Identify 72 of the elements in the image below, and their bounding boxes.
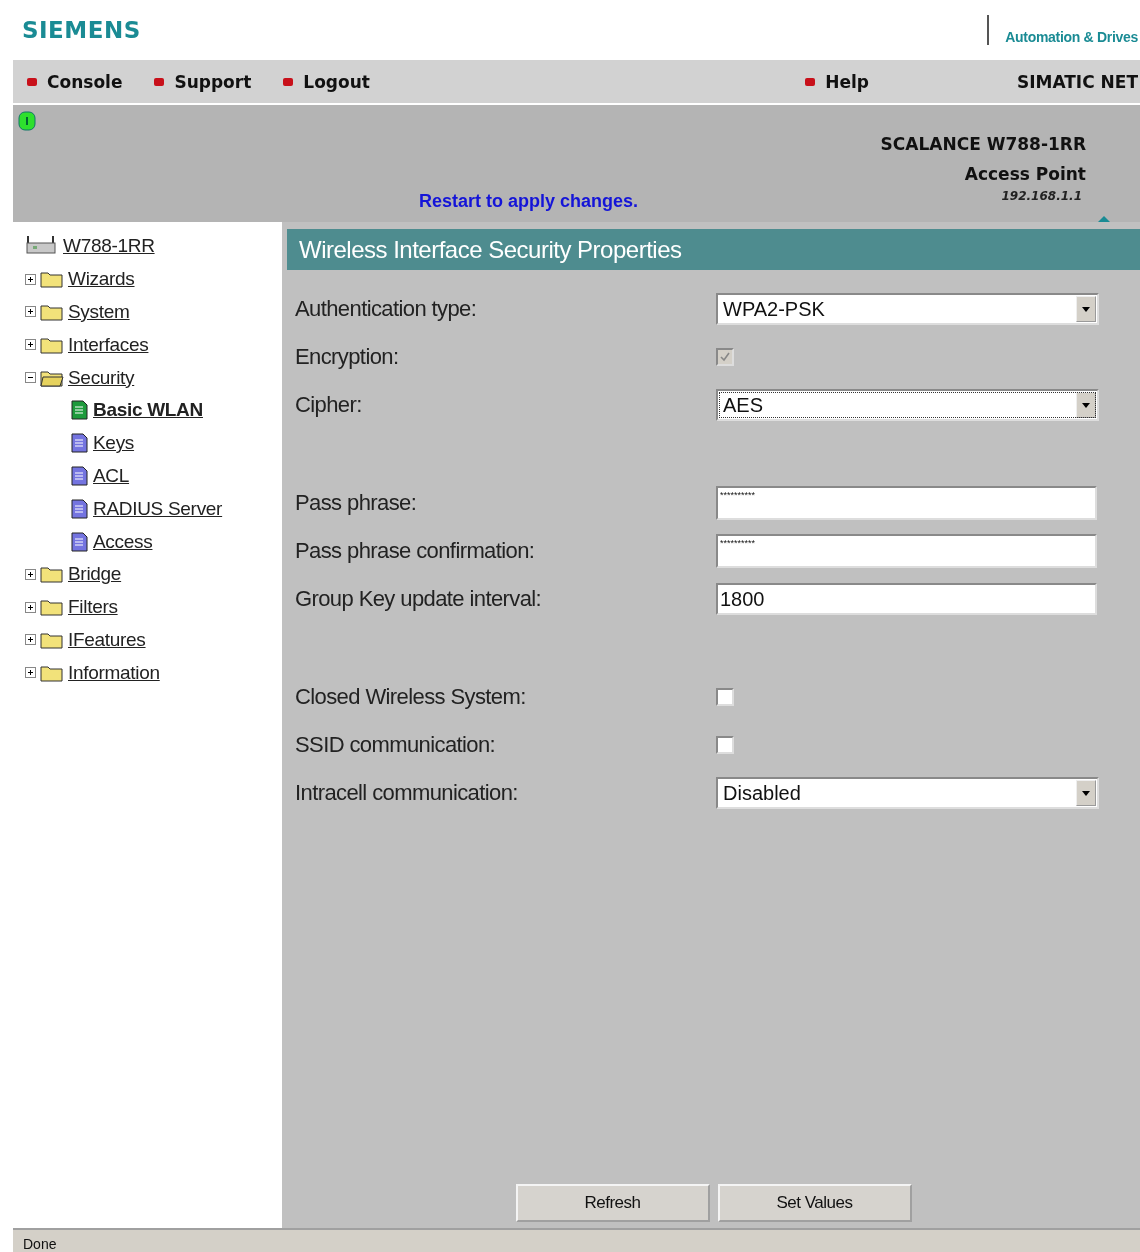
ip-address: 192.168.1.1	[1001, 189, 1082, 203]
product-name: SIMATIC NET	[1016, 71, 1138, 92]
caret-icon	[1082, 306, 1090, 312]
tree-link[interactable]: Filters	[68, 596, 118, 619]
field-label: Encryption:	[295, 344, 400, 370]
device-model: SCALANCE W788-1RR	[880, 133, 1086, 156]
expand-icon[interactable]	[25, 339, 36, 351]
expand-icon[interactable]	[25, 273, 36, 285]
restart-notice: Restart to apply changes.	[419, 191, 639, 212]
input-field[interactable]: 1800	[716, 583, 1097, 615]
document-icon	[71, 465, 89, 486]
tree-link[interactable]: Information	[68, 661, 160, 684]
nav-link[interactable]: Support	[154, 71, 252, 92]
folder-icon	[40, 630, 64, 649]
folder-icon	[40, 663, 64, 682]
expand-icon[interactable]	[25, 568, 36, 580]
field-label: Authentication type:	[295, 296, 478, 322]
collapse-icon[interactable]	[25, 372, 36, 384]
folder-icon	[40, 270, 64, 289]
field-label: SSID communication:	[295, 732, 497, 758]
password-field[interactable]: **********	[716, 486, 1097, 520]
form-button[interactable]: Set Values	[717, 1184, 912, 1222]
tree-link[interactable]: IFeatures	[68, 628, 146, 651]
tree-link[interactable]: System	[68, 301, 130, 323]
field-label: Closed Wireless System:	[295, 684, 527, 710]
document-icon	[71, 531, 89, 552]
status-text: Done	[23, 1236, 57, 1252]
folder-icon	[40, 598, 64, 617]
device-role: Access Point	[964, 163, 1086, 186]
folder-icon	[40, 303, 64, 321]
checkbox[interactable]	[716, 688, 734, 706]
open-folder-icon	[40, 368, 64, 387]
tree-link[interactable]: Security	[68, 366, 135, 389]
document-icon	[71, 400, 89, 421]
nav-link[interactable]: Console	[27, 71, 123, 92]
tree-link[interactable]: Interfaces	[68, 333, 149, 356]
dropdown[interactable]: AES	[716, 389, 1099, 421]
expand-icon[interactable]	[25, 601, 36, 613]
field-label: Pass phrase confirmation:	[295, 538, 536, 564]
nav-link[interactable]: Logout	[283, 71, 370, 92]
caret-icon	[1082, 402, 1090, 408]
tree-link[interactable]: Keys	[93, 432, 135, 455]
tree-link[interactable]: Basic WLAN	[93, 399, 203, 422]
folder-icon	[40, 565, 64, 584]
tree-link[interactable]: Bridge	[68, 563, 122, 586]
folder-icon	[40, 335, 64, 354]
document-icon	[71, 498, 89, 519]
tree-link[interactable]: RADIUS Server	[93, 497, 223, 520]
status-icon	[18, 111, 36, 131]
caret-icon	[1082, 790, 1090, 796]
tree-link[interactable]: Access	[93, 530, 153, 553]
form-button[interactable]: Refresh	[515, 1184, 710, 1222]
expand-icon[interactable]	[25, 667, 36, 679]
expand-icon[interactable]	[25, 634, 36, 646]
company-logo: SIEMENS	[22, 17, 141, 43]
tree-link[interactable]: ACL	[93, 464, 130, 487]
dropdown[interactable]: WPA2-PSK	[716, 293, 1099, 325]
field-label: Cipher:	[295, 392, 363, 418]
dropdown[interactable]: Disabled	[716, 777, 1099, 809]
field-label: Pass phrase:	[295, 490, 418, 516]
tree-link[interactable]: W788-1RR	[63, 235, 155, 258]
help-link[interactable]: Help	[805, 71, 869, 92]
expand-icon[interactable]	[25, 306, 36, 318]
checkbox[interactable]	[716, 736, 734, 754]
panel-title: Wireless Interface Security Properties	[287, 229, 1140, 270]
password-field[interactable]: **********	[716, 534, 1097, 568]
checkmark-icon	[720, 352, 730, 362]
field-label: Intracell communication:	[295, 780, 519, 806]
document-icon	[71, 433, 89, 454]
field-label: Group Key update interval:	[295, 586, 543, 612]
division-name: Automation & Drives	[987, 15, 1138, 45]
tree-link[interactable]: Wizards	[68, 268, 135, 291]
